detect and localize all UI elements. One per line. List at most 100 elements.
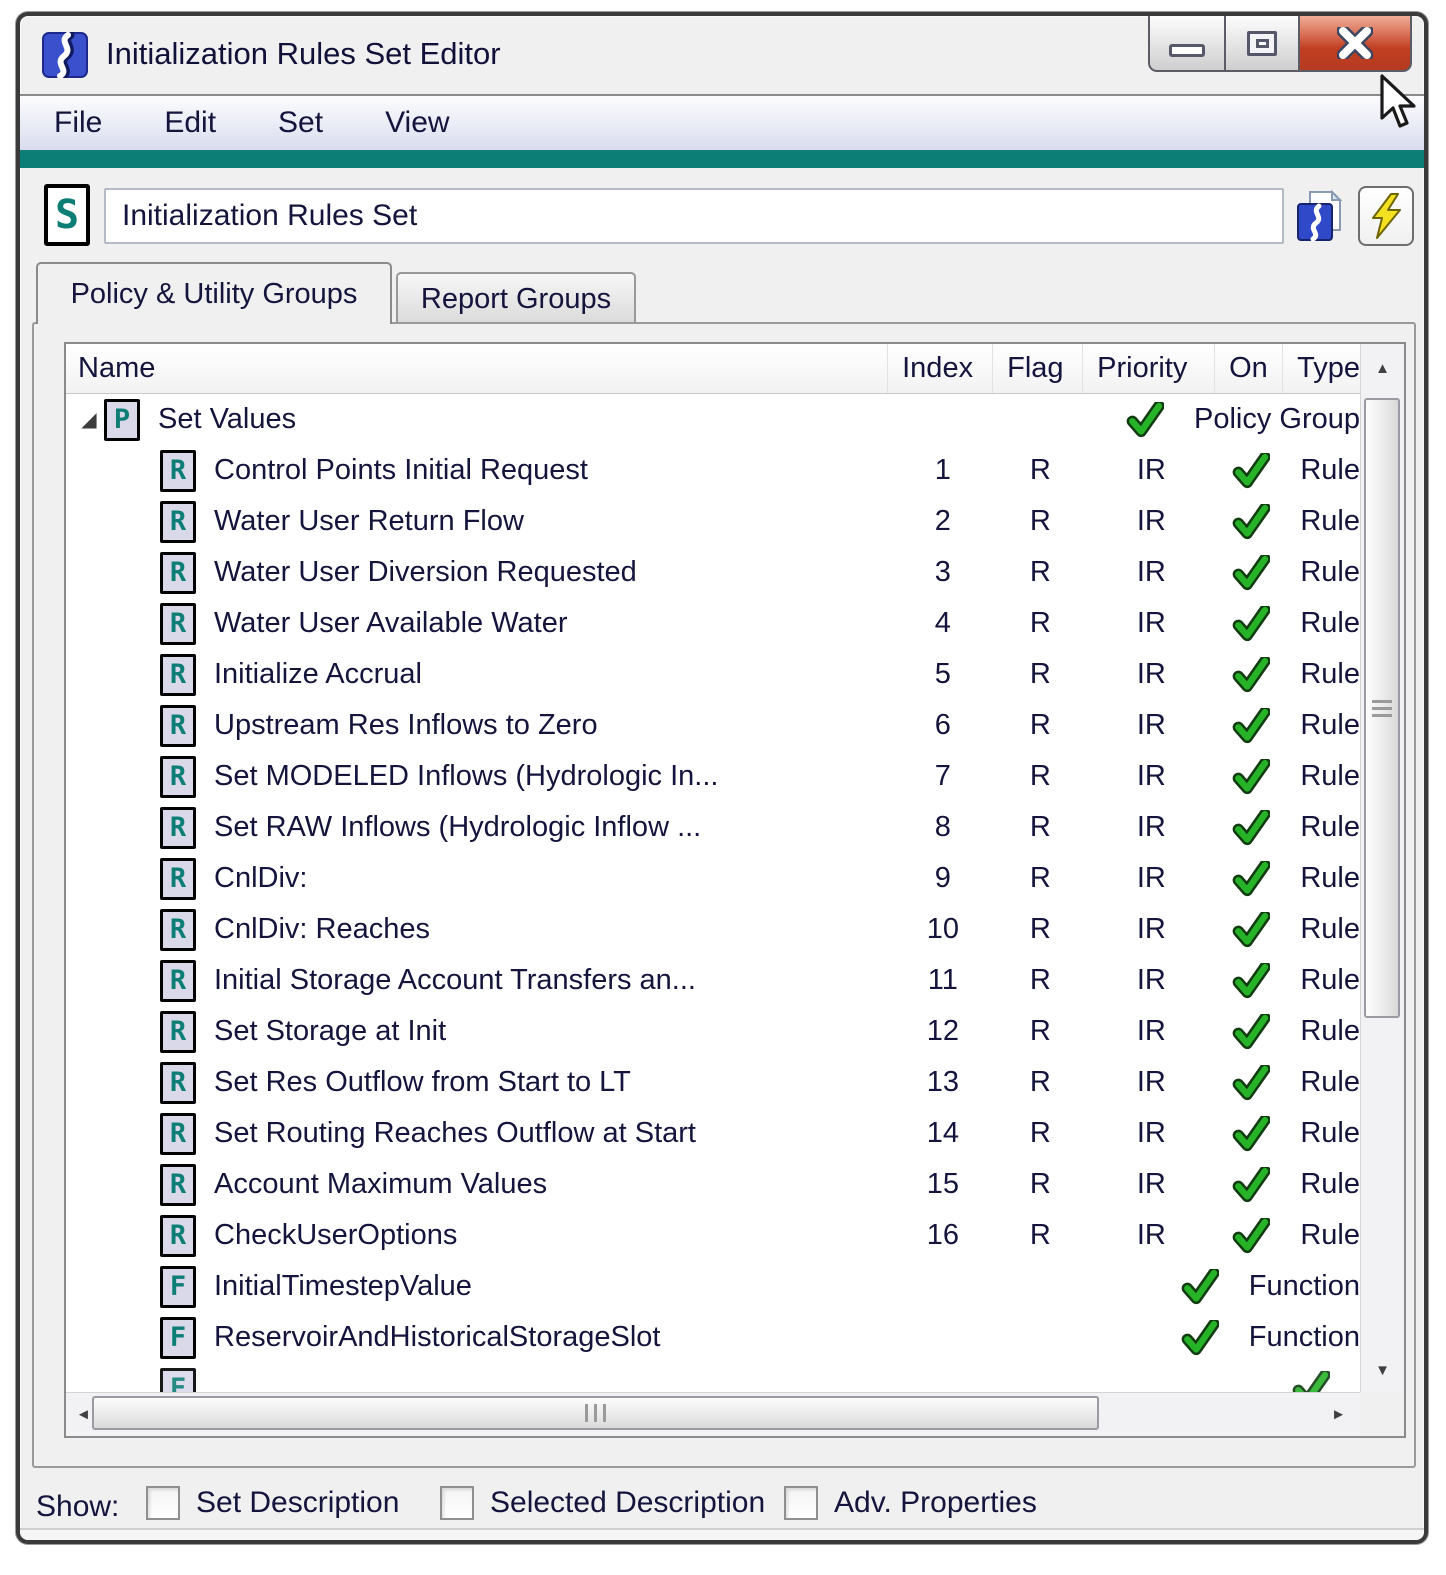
horizontal-scrollbar[interactable]: ◄ ► [66, 1392, 1360, 1436]
row-on-cell [1217, 1218, 1285, 1254]
table-body: ◢ P Set Values Policy Group R Control Po… [66, 394, 1360, 1392]
row-on-cell [1217, 861, 1285, 897]
menu-item-set[interactable]: Set [278, 106, 323, 140]
table-row[interactable]: R Control Points Initial Request 1 R IR … [66, 445, 1360, 496]
enabled-check-icon [1232, 504, 1270, 540]
rule-icon: R [160, 705, 196, 747]
row-type: Rule [1285, 556, 1360, 589]
riverware-app-icon [42, 32, 88, 78]
row-priority: IR [1085, 607, 1217, 640]
row-name: Water User Return Flow [214, 505, 524, 538]
maximize-button[interactable] [1224, 16, 1300, 72]
tab-policy-utility-groups[interactable]: Policy & Utility Groups [36, 262, 392, 324]
table-row[interactable]: R Set Storage at Init 12 R IR Rule [66, 1006, 1360, 1057]
ruleset-document-icon [1294, 188, 1346, 246]
row-name-cell: F [66, 1368, 950, 1393]
row-type: Policy Group [1179, 403, 1360, 436]
row-name: Set Routing Reaches Outflow at Start [214, 1117, 696, 1150]
table-row[interactable]: R CnlDiv: Reaches 10 R IR Rule [66, 904, 1360, 955]
row-type: Rule [1285, 1219, 1360, 1252]
open-ruleset-button[interactable] [1294, 188, 1346, 246]
menu-item-file[interactable]: File [54, 106, 102, 140]
table-row[interactable]: F InitialTimestepValue Function [66, 1261, 1360, 1312]
column-header-on[interactable]: On [1215, 344, 1283, 393]
row-flag: R [995, 964, 1085, 997]
row-flag: R [995, 607, 1085, 640]
scroll-down-icon[interactable]: ▼ [1361, 1350, 1404, 1390]
column-header-priority[interactable]: Priority [1083, 344, 1215, 393]
enabled-check-icon [1232, 861, 1270, 897]
row-flag: R [995, 505, 1085, 538]
enabled-check-icon [1232, 1116, 1270, 1152]
column-header-index[interactable]: Index [888, 344, 993, 393]
rule-icon: R [160, 807, 196, 849]
table-row[interactable]: R Set MODELED Inflows (Hydrologic In... … [66, 751, 1360, 802]
tab-report-groups[interactable]: Report Groups [396, 272, 636, 324]
column-header-name[interactable]: Name [66, 344, 888, 393]
horizontal-scrollbar-thumb[interactable] [92, 1396, 1099, 1430]
set-description-checkbox[interactable] [146, 1486, 180, 1520]
scroll-left-icon[interactable]: ◄ [76, 1393, 91, 1436]
row-name: Initialize Accrual [214, 658, 422, 691]
window-controls [1148, 16, 1412, 72]
table-row[interactable]: R Set Res Outflow from Start to LT 13 R … [66, 1057, 1360, 1108]
column-header-type[interactable]: Type [1283, 344, 1360, 393]
table-row[interactable]: R Set Routing Reaches Outflow at Start 1… [66, 1108, 1360, 1159]
row-name-cell: R Set Res Outflow from Start to LT [66, 1062, 890, 1104]
enabled-check-icon [1232, 708, 1270, 744]
table-row[interactable]: R CnlDiv: 9 R IR Rule [66, 853, 1360, 904]
table-row[interactable]: R Upstream Res Inflows to Zero 6 R IR Ru… [66, 700, 1360, 751]
table-row[interactable]: R Account Maximum Values 15 R IR Rule [66, 1159, 1360, 1210]
row-flag: R [995, 1168, 1085, 1201]
adv-properties-label: Adv. Properties [834, 1486, 1037, 1520]
column-header-flag[interactable]: Flag [993, 344, 1083, 393]
row-name: CnlDiv: [214, 862, 307, 895]
row-priority: IR [1085, 964, 1217, 997]
table-row[interactable]: R Water User Return Flow 2 R IR Rule [66, 496, 1360, 547]
row-name: Upstream Res Inflows to Zero [214, 709, 598, 742]
titlebar[interactable]: Initialization Rules Set Editor [20, 16, 1424, 94]
row-name-cell: R Set Storage at Init [66, 1011, 890, 1053]
scroll-up-icon[interactable]: ▲ [1361, 348, 1404, 388]
selected-description-checkbox[interactable] [440, 1486, 474, 1520]
rule-icon: R [160, 960, 196, 1002]
row-type: Rule [1285, 760, 1360, 793]
row-on-cell [1111, 402, 1179, 438]
row-type: Rule [1285, 607, 1360, 640]
row-priority: IR [1085, 556, 1217, 589]
adv-properties-checkbox[interactable] [784, 1486, 818, 1520]
table-row[interactable]: F ReservoirAndHistoricalStorageSlot Func… [66, 1312, 1360, 1363]
table-row[interactable]: F [66, 1363, 1360, 1392]
row-name-cell: R CnlDiv: [66, 858, 890, 900]
execute-rules-button[interactable] [1358, 186, 1414, 246]
table-row[interactable]: R Set RAW Inflows (Hydrologic Inflow ...… [66, 802, 1360, 853]
menu-item-edit[interactable]: Edit [164, 106, 216, 140]
table-row[interactable]: R Initialize Accrual 5 R IR Rule [66, 649, 1360, 700]
table-row[interactable]: R CheckUserOptions 16 R IR Rule [66, 1210, 1360, 1261]
row-name: Initial Storage Account Transfers an... [214, 964, 696, 997]
table-row[interactable]: R Initial Storage Account Transfers an..… [66, 955, 1360, 1006]
selected-description-label: Selected Description [490, 1486, 765, 1520]
row-priority: IR [1085, 1015, 1217, 1048]
table-row[interactable]: R Water User Diversion Requested 3 R IR … [66, 547, 1360, 598]
row-flag: R [995, 709, 1085, 742]
tree-expander-icon[interactable]: ◢ [74, 407, 104, 432]
table-header[interactable]: Name Index Flag Priority On Type [66, 344, 1360, 394]
rule-icon: R [160, 1113, 196, 1155]
menu-item-view[interactable]: View [385, 106, 449, 140]
minimize-button[interactable] [1148, 16, 1224, 72]
vertical-scrollbar[interactable]: ▲ ▼ [1360, 344, 1404, 1392]
table-row[interactable]: ◢ P Set Values Policy Group [66, 394, 1360, 445]
vertical-scrollbar-thumb[interactable] [1364, 398, 1400, 1018]
enabled-check-icon [1181, 1320, 1219, 1356]
close-button[interactable] [1300, 16, 1412, 72]
ruleset-name-input[interactable] [104, 188, 1284, 244]
row-flag: R [995, 1066, 1085, 1099]
row-name: CnlDiv: Reaches [214, 913, 430, 946]
menubar: File Edit Set View [20, 94, 1424, 150]
scroll-right-icon[interactable]: ► [1331, 1393, 1346, 1436]
table-row[interactable]: R Water User Available Water 4 R IR Rule [66, 598, 1360, 649]
maximize-icon [1247, 31, 1277, 56]
row-on-cell [1217, 657, 1285, 693]
rule-icon: R [160, 909, 196, 951]
